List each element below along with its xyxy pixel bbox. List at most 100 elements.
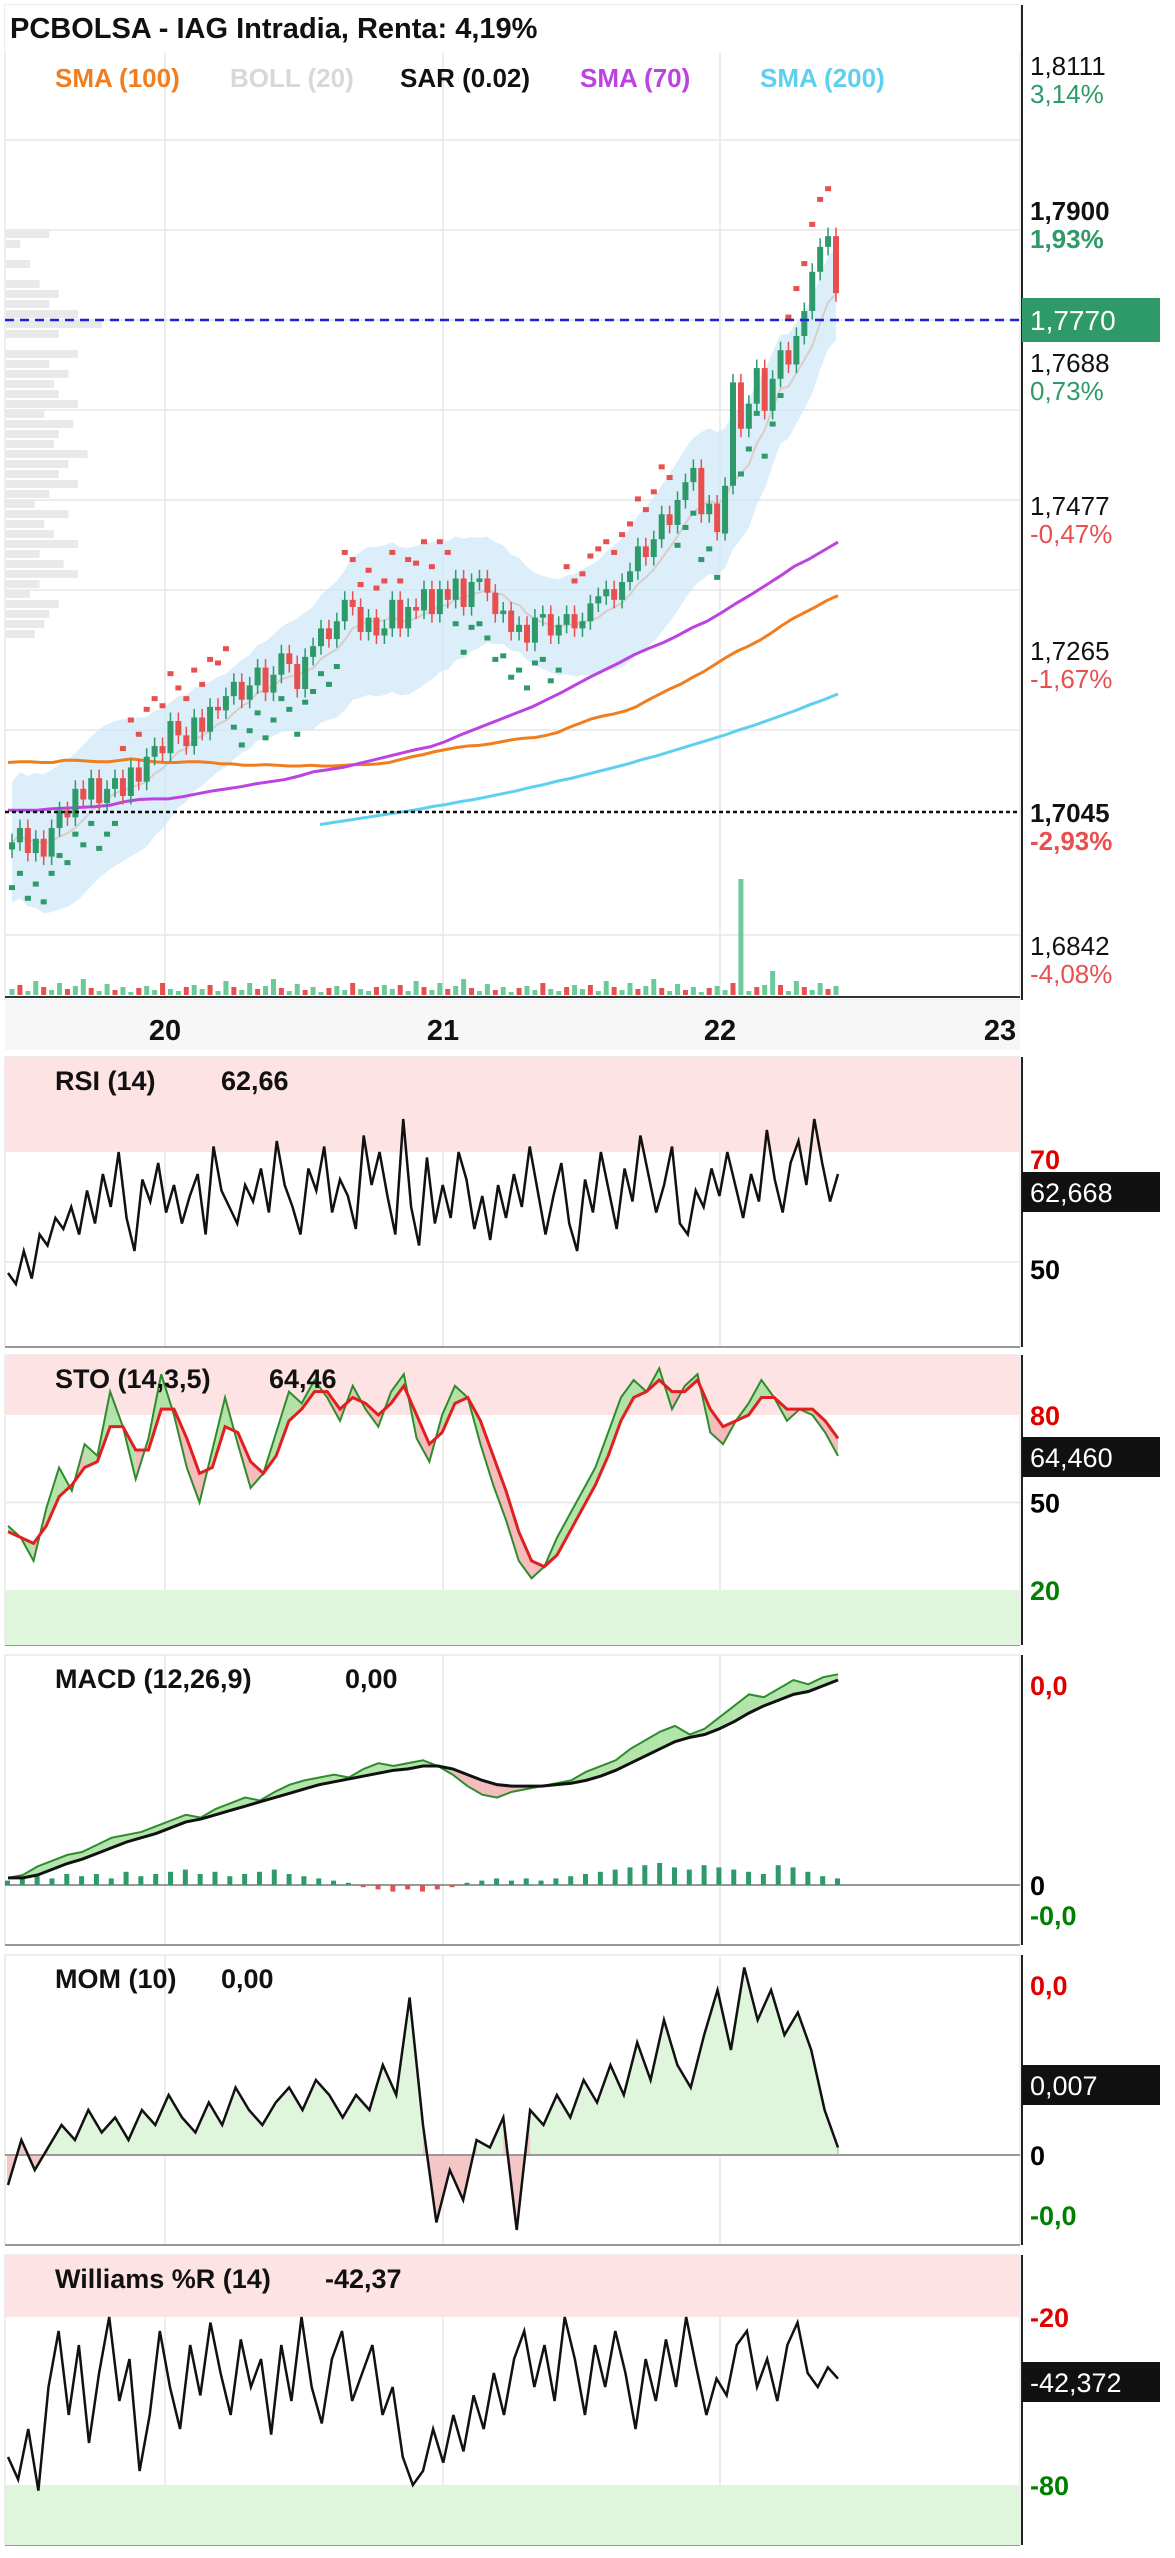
- panel-value: 0,00: [221, 1964, 274, 1994]
- candle-body: [199, 717, 206, 732]
- volume-bar: [366, 991, 372, 995]
- candle-body: [40, 838, 47, 857]
- sar-dot: [809, 221, 816, 227]
- sar-dot: [706, 546, 713, 552]
- volume-bar: [41, 987, 47, 995]
- sar-dot: [333, 664, 340, 670]
- panel-title: Williams %R (14): [55, 2264, 271, 2294]
- volume-bar: [445, 989, 451, 995]
- sar-dot: [436, 539, 443, 545]
- sar-dot: [112, 820, 118, 826]
- volume-bar: [223, 981, 229, 995]
- candle-body: [254, 667, 261, 686]
- volume-profile-bar: [6, 260, 30, 268]
- volume-profile-bar: [6, 490, 50, 498]
- macd-hist-bar: [345, 1882, 351, 1885]
- volume-bar: [762, 985, 768, 995]
- macd-hist-bar: [494, 1878, 500, 1885]
- volume-bar: [564, 987, 570, 995]
- candle-body: [571, 614, 578, 629]
- volume-bar: [738, 879, 744, 995]
- volume-bar: [698, 992, 704, 995]
- candle-body: [9, 842, 15, 850]
- volume-bar: [801, 987, 807, 995]
- panel-2: 80 50 20 64,460 STO (14,3,5) 64,46: [4, 1354, 1160, 1646]
- sar-dot: [524, 685, 530, 691]
- price-level-value: 1,6842: [1030, 931, 1110, 961]
- volume-bar: [334, 986, 340, 995]
- macd-hist-bar: [49, 1878, 55, 1885]
- volume-bar: [833, 986, 839, 995]
- volume-bar: [183, 987, 189, 995]
- sar-dot: [650, 489, 657, 495]
- volume-profile-bar: [6, 230, 50, 238]
- candle-body: [88, 778, 95, 800]
- sar-dot: [80, 842, 87, 848]
- sar-dot: [16, 870, 23, 876]
- level-label: -20: [1030, 2303, 1069, 2333]
- sar-dot: [191, 667, 198, 673]
- sar-dot: [119, 746, 126, 752]
- volume-bar: [643, 986, 649, 995]
- volume-profile-bar: [6, 540, 78, 548]
- volume-bar: [532, 990, 538, 995]
- volume-bar: [785, 991, 791, 995]
- time-axis: 20 21 22 23: [5, 1000, 1020, 1050]
- volume-bar: [152, 990, 158, 995]
- sar-dot: [531, 660, 538, 666]
- volume-bar: [476, 991, 482, 995]
- macd-hist-bar: [627, 1867, 633, 1885]
- volume-profile-bar: [6, 620, 45, 628]
- candle-body: [452, 578, 459, 600]
- sar-dot: [603, 539, 610, 545]
- candle-body: [222, 696, 229, 711]
- sar-dot: [761, 453, 768, 459]
- macd-hist-bar: [405, 1885, 411, 1890]
- sar-dot: [801, 261, 808, 267]
- volume-bar: [508, 992, 514, 995]
- volume-profile-bar: [6, 550, 40, 558]
- sar-dot: [595, 546, 602, 552]
- volume-bar: [548, 989, 554, 995]
- volume-bar: [389, 989, 395, 995]
- sar-dot: [40, 899, 47, 905]
- level-label: 0: [1030, 1871, 1045, 1901]
- sar-dot: [563, 564, 570, 570]
- volume-bar: [49, 990, 55, 995]
- volume-bar: [746, 991, 752, 995]
- macd-hist-bar: [538, 1880, 544, 1885]
- sar-dot: [373, 585, 380, 591]
- sar-dot: [246, 728, 253, 734]
- candle-body: [737, 382, 744, 429]
- candle-body: [611, 589, 618, 600]
- candle-body: [634, 546, 641, 572]
- volume-bar: [64, 989, 70, 995]
- price-level-value: 1,7688: [1030, 348, 1110, 378]
- volume-bar: [453, 986, 459, 995]
- sar-dot: [72, 831, 79, 837]
- volume-profile-bar: [6, 330, 59, 338]
- legend-item-5: SMA (200): [760, 63, 885, 93]
- panel-title: MACD (12,26,9): [55, 1664, 252, 1694]
- macd-hist-bar: [79, 1876, 85, 1885]
- sar-dot: [270, 717, 277, 723]
- oversold-zone: [5, 2485, 1020, 2545]
- sar-dot: [397, 578, 404, 584]
- macd-hist-bar: [227, 1876, 233, 1885]
- macd-hist-bar: [612, 1869, 618, 1885]
- x-tick-label: 23: [984, 1015, 1016, 1047]
- indicator-legend: SMA (100) BOLL (20) SAR (0.02) SMA (70) SMA …: [55, 63, 885, 93]
- volume-profile-bar: [6, 450, 88, 458]
- volume-profile-bar: [6, 370, 69, 378]
- volume-bar: [167, 989, 173, 995]
- macd-hist-bar: [731, 1869, 737, 1885]
- candle-body: [286, 653, 293, 665]
- candle-body: [650, 539, 657, 558]
- level-label: 0,0: [1030, 1971, 1068, 2001]
- candle-body: [151, 746, 158, 757]
- volume-bar: [96, 991, 102, 995]
- macd-hist-bar: [212, 1871, 218, 1885]
- sar-dot: [56, 853, 63, 859]
- sar-dot: [452, 621, 459, 627]
- sar-dot: [286, 706, 293, 712]
